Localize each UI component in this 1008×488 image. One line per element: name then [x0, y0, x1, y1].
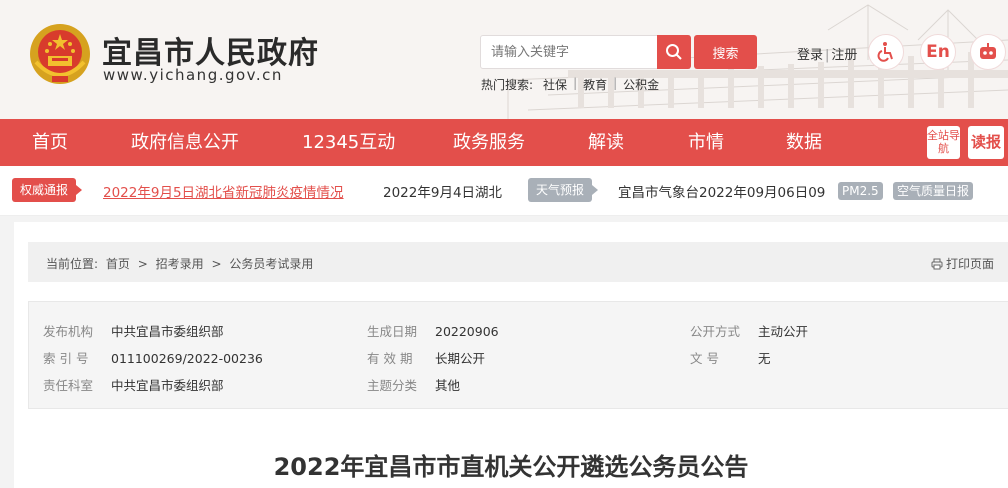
- hot-search-item[interactable]: 公积金: [623, 76, 659, 93]
- site-url[interactable]: www.yichang.gov.cn: [103, 66, 283, 84]
- nav-item-12345[interactable]: 12345互动: [302, 119, 395, 166]
- nav-item-info-disclosure[interactable]: 政府信息公开: [131, 119, 239, 166]
- air-quality-badge[interactable]: 空气质量日报: [893, 182, 974, 200]
- weather-text[interactable]: 宜昌市气象台2022年09月06日09: [618, 181, 828, 201]
- search-box: [480, 35, 691, 69]
- robot-assistant-button[interactable]: [970, 34, 1006, 70]
- separator: |: [573, 76, 578, 90]
- separator: |: [613, 76, 618, 90]
- national-emblem-icon: [30, 24, 90, 84]
- english-button[interactable]: En: [920, 34, 956, 70]
- article-container: 当前位置: 首页 > 招考录用 > 公务员考试录用 打印页面 发布机构 中共宜昌市…: [14, 222, 1008, 488]
- news-link[interactable]: 2022年9月5日湖北省新冠肺炎疫情情况: [103, 181, 344, 201]
- hot-search-item[interactable]: 社保: [543, 76, 567, 93]
- site-guide-button[interactable]: 全站导航: [927, 126, 960, 159]
- breadcrumb-separator: >: [211, 257, 222, 271]
- robot-icon: [980, 43, 996, 59]
- search-icon-button[interactable]: [657, 35, 691, 69]
- meta-office: 责任科室 中共宜昌市委组织部: [43, 378, 224, 393]
- login-link[interactable]: 登录: [797, 48, 823, 63]
- report-button[interactable]: 读报: [968, 126, 1004, 159]
- separator: |: [825, 48, 830, 63]
- nav-item-services[interactable]: 政务服务: [453, 119, 525, 166]
- document-title: 2022年宜昌市市直机关公开遴选公务员公告: [273, 453, 749, 481]
- hot-search: 热门搜索: 社保 | 教育 | 公积金: [481, 76, 659, 93]
- meta-date: 生成日期 20220906: [367, 324, 499, 339]
- breadcrumb-separator: >: [137, 257, 148, 271]
- breadcrumb-label: 当前位置:: [46, 257, 99, 271]
- pm25-badge[interactable]: PM2.5: [838, 182, 883, 200]
- print-button[interactable]: 打印页面: [931, 255, 994, 272]
- meta-doc-number: 文 号无: [690, 351, 771, 366]
- document-metadata: 发布机构 中共宜昌市委组织部 生成日期 20220906 公开方式 主动公开 索 引 …: [28, 301, 1008, 409]
- news-ticker: 权威通报 2022年9月5日湖北省新冠肺炎疫情情况 2022年9月4日湖北 天气…: [0, 166, 1008, 216]
- breadcrumb-item[interactable]: 公务员考试录用: [229, 257, 313, 271]
- hot-search-label: 热门搜索:: [481, 78, 534, 92]
- meta-publisher: 发布机构 中共宜昌市委组织部: [43, 324, 224, 339]
- accessibility-button[interactable]: [868, 34, 904, 70]
- breadcrumb-item[interactable]: 招考录用: [156, 257, 204, 271]
- hot-search-item[interactable]: 教育: [583, 76, 607, 93]
- meta-index: 索 引 号 011100269/2022-00236: [43, 351, 263, 366]
- weather-tag: 天气预报: [528, 178, 599, 202]
- register-link[interactable]: 注册: [831, 48, 857, 63]
- meta-topic: 主题分类 其他: [367, 378, 461, 393]
- meta-open-mode: 公开方式 主动公开: [690, 324, 809, 339]
- breadcrumb-item[interactable]: 首页: [106, 257, 130, 271]
- printer-icon: [931, 258, 943, 269]
- news-link[interactable]: 2022年9月4日湖北: [383, 181, 503, 201]
- nav-item-interpretation[interactable]: 解读: [588, 119, 624, 166]
- nav-item-home[interactable]: 首页: [32, 119, 68, 166]
- wheelchair-icon: [877, 42, 893, 62]
- main-nav: 首页 政府信息公开 12345互动 政务服务 解读 市情 数据 全站导航 读报: [0, 119, 1008, 166]
- authority-tag: 权威通报: [12, 178, 83, 202]
- search-button[interactable]: 搜索: [694, 35, 757, 69]
- meta-valid: 有 效 期长期公开: [367, 351, 486, 366]
- breadcrumb: 当前位置: 首页 > 招考录用 > 公务员考试录用 打印页面: [28, 242, 1008, 282]
- nav-item-data[interactable]: 数据: [786, 119, 822, 166]
- search-input[interactable]: [481, 36, 657, 68]
- print-label: 打印页面: [945, 257, 994, 271]
- nav-item-city-info[interactable]: 市情: [688, 119, 724, 166]
- search-icon: [666, 44, 682, 60]
- login-links: 登录 | 注册: [797, 44, 857, 63]
- site-header: 宜昌市人民政府 www.yichang.gov.cn 搜索 热门搜索: 社保 |…: [0, 0, 1008, 119]
